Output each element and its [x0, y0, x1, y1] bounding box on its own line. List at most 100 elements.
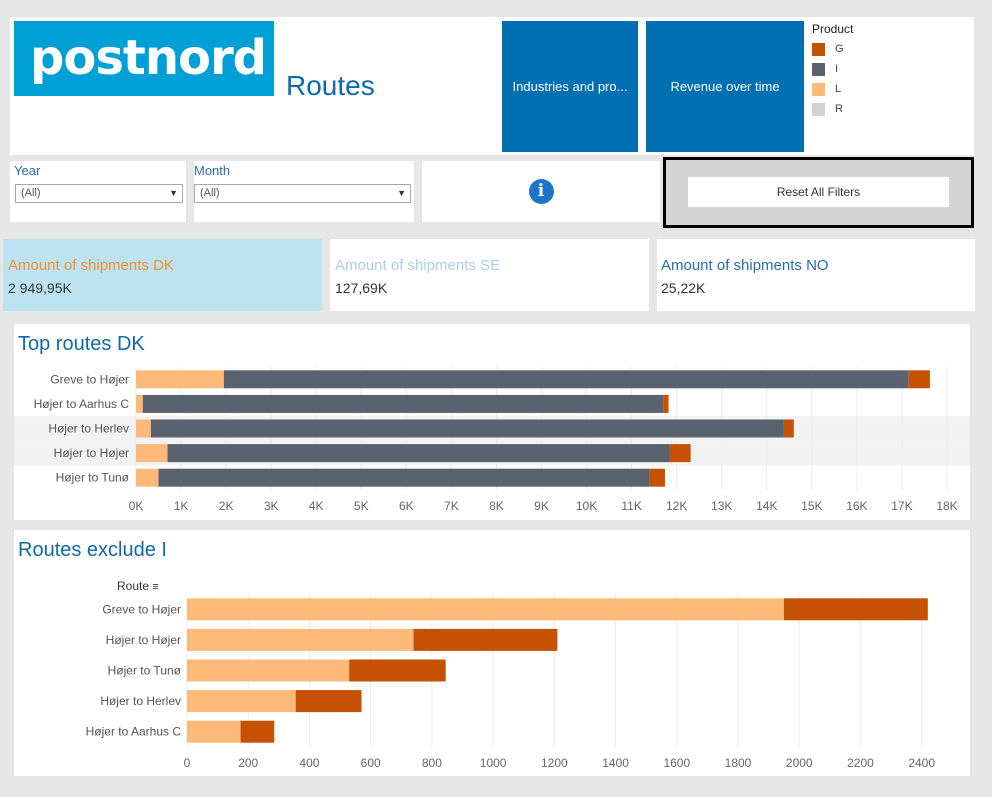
- revenue-over-time-nav-button[interactable]: Revenue over time: [646, 21, 804, 152]
- x-tick-label: 7K: [444, 499, 459, 513]
- x-tick-label: 16K: [846, 499, 867, 513]
- bar-segment-l: [136, 370, 224, 389]
- x-tick-label: 3K: [264, 499, 279, 513]
- bar-segment-i: [158, 468, 650, 487]
- industries-nav-button[interactable]: Industries and pro...: [502, 21, 638, 152]
- bar-segment-g: [783, 598, 928, 621]
- product-legend: Product G I L R: [812, 22, 962, 119]
- legend-item-g[interactable]: G: [812, 39, 962, 59]
- month-select-value: (All): [200, 187, 220, 199]
- x-tick-label: 18K: [936, 499, 957, 513]
- info-panel: i: [422, 161, 660, 222]
- x-tick-label: 12K: [666, 499, 687, 513]
- year-filter-panel: Year (All) ▼: [10, 161, 186, 222]
- kpi-label: Amount of shipments SE: [335, 257, 501, 274]
- bar-segment-g: [349, 659, 446, 682]
- x-tick-label: 1K: [174, 499, 189, 513]
- chevron-down-icon: ▼: [169, 188, 178, 198]
- x-tick-label: 17K: [891, 499, 912, 513]
- legend-swatch: [812, 42, 825, 56]
- bar-segment-g: [295, 690, 362, 713]
- month-select[interactable]: (All) ▼: [194, 184, 411, 203]
- bar-segment-g: [413, 628, 558, 651]
- x-tick-label: 0: [184, 756, 191, 770]
- x-tick-label: 400: [299, 756, 319, 770]
- bar-segment-g: [240, 720, 275, 743]
- kpi-card-se[interactable]: Amount of shipments SE 127,69K: [330, 239, 649, 311]
- legend-swatch: [812, 82, 825, 96]
- kpi-value: 25,22K: [661, 280, 706, 296]
- x-tick-label: 6K: [399, 499, 414, 513]
- x-tick-label: 1600: [663, 756, 690, 770]
- category-label: Højer to Tunø: [56, 471, 130, 485]
- category-label: Greve to Højer: [102, 602, 181, 616]
- bar-segment-l: [187, 628, 414, 651]
- bar-segment-g: [663, 394, 669, 413]
- routes-exclude-chart: Greve to Højer Højer to Højer Højer to Tun…: [86, 594, 935, 770]
- x-tick-label: 4K: [309, 499, 324, 513]
- x-tick-label: 2K: [219, 499, 234, 513]
- bar-segment-g: [783, 419, 794, 438]
- month-filter-label: Month: [194, 163, 231, 178]
- year-select[interactable]: (All) ▼: [15, 184, 183, 203]
- legend-item-i[interactable]: I: [812, 59, 962, 79]
- page-title: Routes: [286, 70, 375, 101]
- x-tick-label: 1800: [725, 756, 752, 770]
- kpi-card-dk[interactable]: Amount of shipments DK 2 949,95K: [3, 239, 322, 311]
- legend-swatch: [812, 102, 825, 116]
- x-tick-label: 14K: [756, 499, 777, 513]
- x-tick-label: 200: [238, 756, 258, 770]
- bar-segment-l: [136, 468, 159, 487]
- bar-segment-g: [908, 370, 930, 389]
- legend-item-l[interactable]: L: [812, 79, 962, 99]
- kpi-value: 2 949,95K: [8, 280, 72, 296]
- category-label: Højer to Herlev: [100, 694, 181, 708]
- legend-label: I: [835, 63, 839, 75]
- bar-segment-l: [187, 720, 241, 743]
- postnord-logo: postnord: [14, 21, 274, 96]
- kpi-card-no[interactable]: Amount of shipments NO 25,22K: [657, 239, 975, 311]
- legend-item-r[interactable]: R: [812, 99, 962, 119]
- x-tick-label: 11K: [621, 499, 641, 513]
- bar-segment-l: [136, 444, 168, 463]
- bar-segment-i: [150, 419, 784, 438]
- legend-label: G: [835, 43, 844, 55]
- kpi-value: 127,69K: [335, 280, 388, 296]
- x-tick-label: 8K: [489, 499, 504, 513]
- bar-segment-l: [187, 659, 350, 682]
- legend-title: Product: [812, 22, 854, 36]
- bar-segment-l: [187, 690, 296, 713]
- top-routes-panel: Top routes DK Greve to Højer Højer to Aar…: [14, 324, 970, 520]
- x-tick-label: 2000: [786, 756, 813, 770]
- x-tick-label: 10K: [576, 499, 597, 513]
- bar-segment-g: [649, 468, 665, 487]
- reset-all-filters-button[interactable]: Reset All Filters: [688, 177, 949, 207]
- bar-segment-i: [223, 370, 909, 389]
- category-label: Greve to Højer: [50, 372, 129, 386]
- x-tick-label: 2400: [908, 756, 935, 770]
- kpi-label: Amount of shipments NO: [661, 257, 829, 274]
- year-select-value: (All): [21, 187, 41, 199]
- x-tick-label: 2200: [847, 756, 874, 770]
- category-label: Højer to Herlev: [48, 422, 129, 436]
- legend-label: R: [835, 103, 843, 115]
- routes-exclude-panel: Routes exclude I Route ≡ Greve to Højer H…: [14, 530, 970, 776]
- x-tick-label: 1000: [480, 756, 507, 770]
- info-icon[interactable]: i: [528, 179, 554, 204]
- x-tick-label: 13K: [711, 499, 732, 513]
- bar-segment-g: [669, 444, 691, 463]
- category-label: Højer to Aarhus C: [86, 725, 182, 739]
- top-routes-chart: Greve to Højer Højer to Aarhus C Højer to …: [14, 367, 970, 513]
- x-tick-label: 800: [422, 756, 442, 770]
- bar-segment-i: [167, 444, 670, 463]
- x-tick-label: 1200: [541, 756, 568, 770]
- category-label: Højer to Højer: [106, 633, 181, 647]
- bar-segment-l: [187, 598, 784, 621]
- category-label: Højer to Aarhus C: [34, 397, 130, 411]
- bar-segment-l: [136, 419, 151, 438]
- month-filter-panel: Month (All) ▼: [194, 161, 414, 222]
- x-tick-label: 9K: [534, 499, 549, 513]
- category-label: Højer to Tunø: [108, 664, 182, 678]
- chevron-down-icon: ▼: [397, 188, 406, 198]
- kpi-label: Amount of shipments DK: [8, 257, 174, 274]
